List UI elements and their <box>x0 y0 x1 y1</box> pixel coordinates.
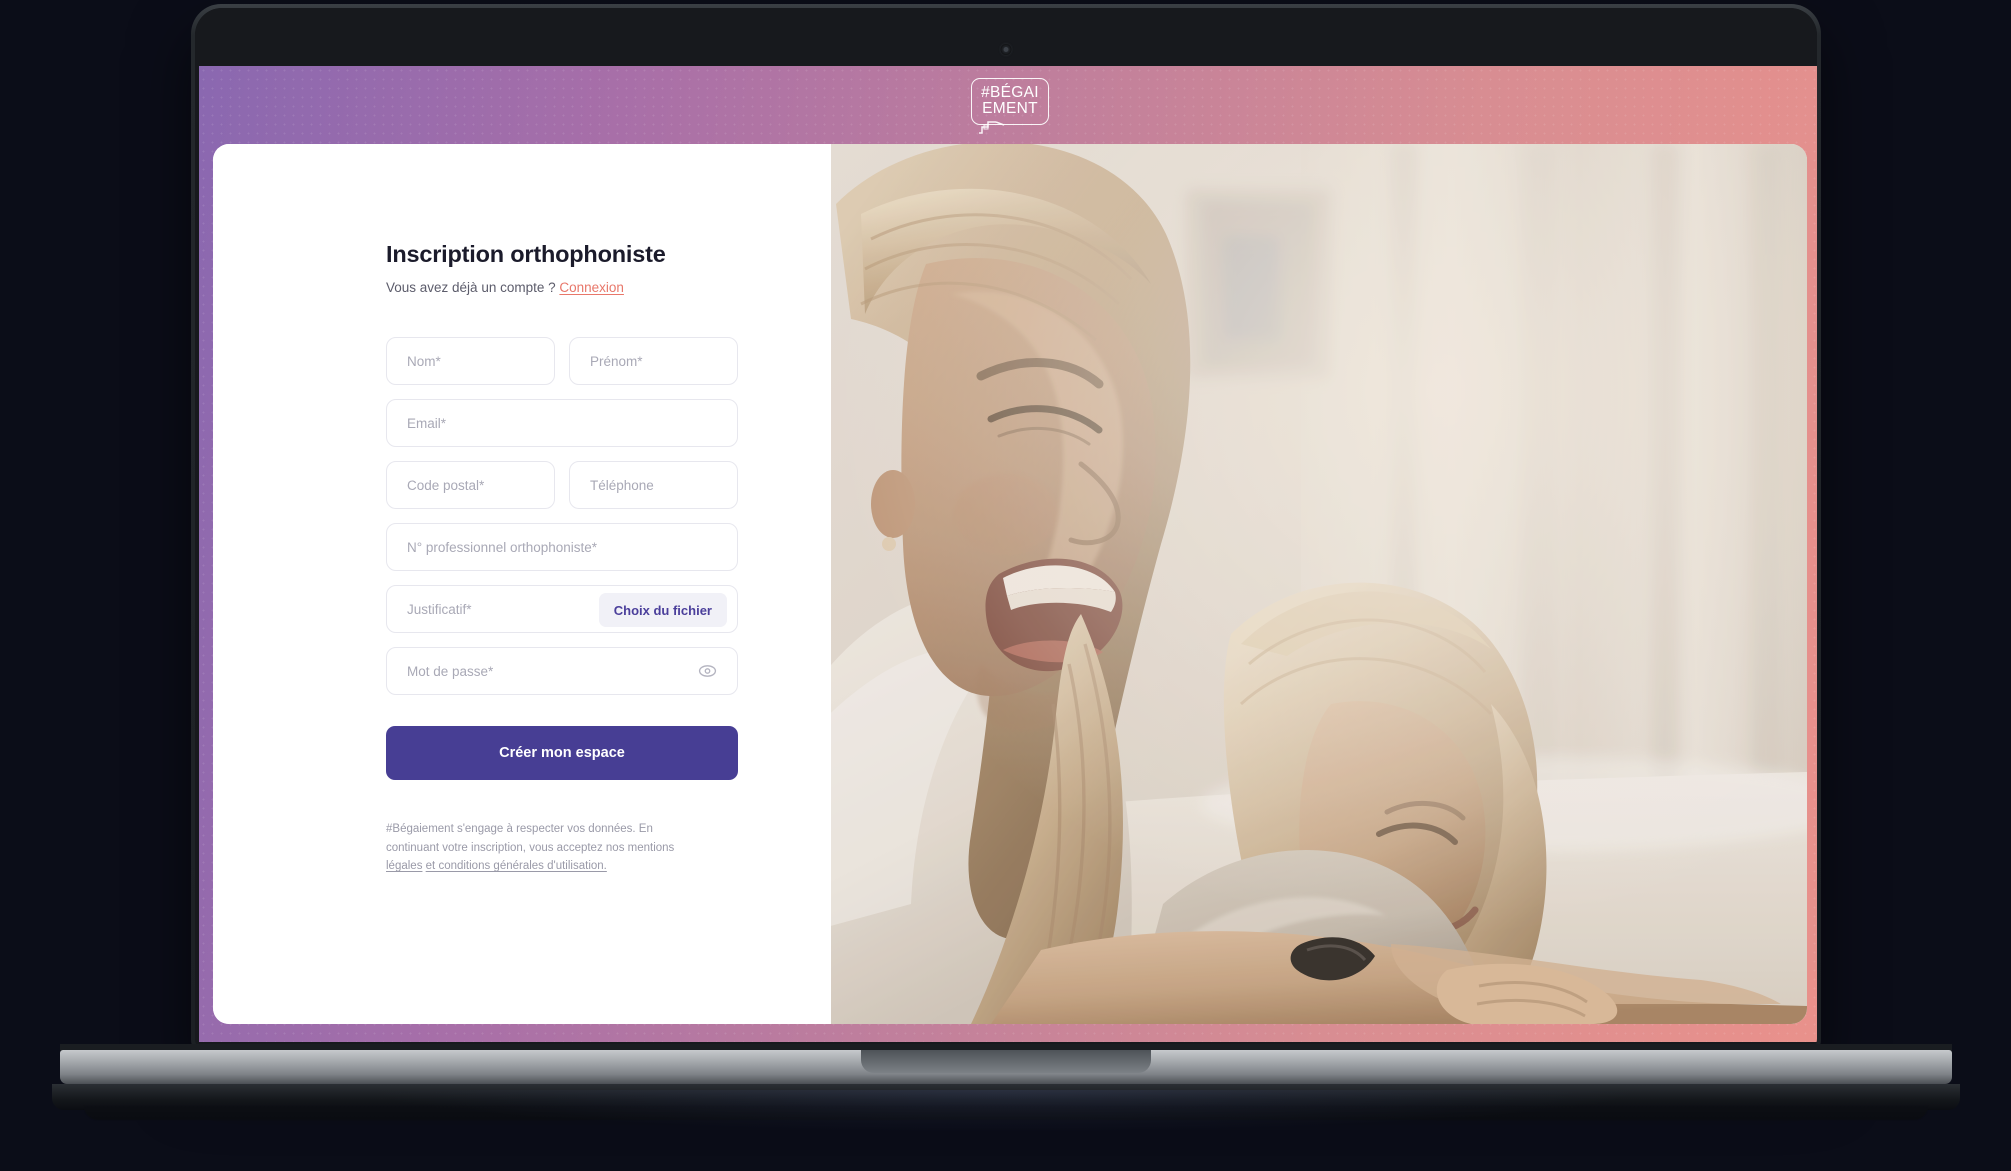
input-code-postal-placeholder: Code postal* <box>407 477 485 493</box>
laptop-base-foot <box>84 1106 1928 1120</box>
input-nom-placeholder: Nom* <box>407 353 441 369</box>
camera-dot-icon <box>1000 44 1012 55</box>
speech-bubble-tail-icon <box>978 120 1008 135</box>
account-prompt-text: Vous avez déjà un compte ? <box>386 280 556 295</box>
logo-line-1: #BÉGAI <box>981 84 1039 102</box>
account-prompt: Vous avez déjà un compte ? Connexion <box>386 280 738 295</box>
registration-form-column: Inscription orthophoniste Vous avez déjà… <box>213 144 831 1024</box>
legal-notice: #Bégaiement s'engage à respecter vos don… <box>386 820 686 876</box>
input-mot-de-passe[interactable]: Mot de passe* <box>386 647 738 695</box>
content-card: Inscription orthophoniste Vous avez déjà… <box>213 144 1807 1024</box>
legal-text: #Bégaiement s'engage à respecter vos don… <box>386 823 675 854</box>
legal-link-mentions-legales[interactable]: légales <box>386 860 422 872</box>
hero-photo <box>831 144 1807 1024</box>
laptop-lid: #BÉGAI EMENT Inscription orthophoniste V… <box>191 4 1821 1054</box>
form-row-password: Mot de passe* <box>386 647 738 695</box>
laptop-base <box>60 1050 1952 1084</box>
registration-form: Inscription orthophoniste Vous avez déjà… <box>386 241 738 876</box>
input-telephone-placeholder: Téléphone <box>590 477 654 493</box>
choose-file-button[interactable]: Choix du fichier <box>598 593 727 627</box>
input-email-placeholder: Email* <box>407 415 447 431</box>
input-code-postal[interactable]: Code postal* <box>386 461 555 509</box>
submit-button[interactable]: Créer mon espace <box>386 726 738 780</box>
input-email[interactable]: Email* <box>386 399 738 447</box>
login-link[interactable]: Connexion <box>559 280 624 295</box>
input-prenom[interactable]: Prénom* <box>569 337 738 385</box>
input-justificatif-placeholder: Justificatif* <box>407 601 472 617</box>
page-title: Inscription orthophoniste <box>386 241 666 267</box>
logo-line-2: EMENT <box>982 100 1038 117</box>
screen: #BÉGAI EMENT Inscription orthophoniste V… <box>199 66 1817 1042</box>
laptop-base-notch <box>861 1050 1151 1073</box>
input-nom[interactable]: Nom* <box>386 337 555 385</box>
speech-bubble-logo-icon: #BÉGAI EMENT <box>971 77 1049 125</box>
input-telephone[interactable]: Téléphone <box>569 461 738 509</box>
input-prenom-placeholder: Prénom* <box>590 353 643 369</box>
legal-link-cgu[interactable]: et conditions générales d'utilisation. <box>426 860 607 872</box>
hero-photo-illustration <box>831 144 1807 1024</box>
brand-logo[interactable]: #BÉGAI EMENT <box>971 77 1049 135</box>
laptop-lid-inner: #BÉGAI EMENT Inscription orthophoniste V… <box>195 8 1817 1050</box>
form-row-name: Nom* Prénom* <box>386 337 738 385</box>
eye-icon[interactable] <box>698 662 717 681</box>
website-viewport: #BÉGAI EMENT Inscription orthophoniste V… <box>199 66 1817 1042</box>
input-numero-professionnel-placeholder: N° professionnel orthophoniste* <box>407 539 598 555</box>
form-row-email: Email* <box>386 399 738 447</box>
site-header: #BÉGAI EMENT <box>199 66 1817 144</box>
input-justificatif[interactable]: Justificatif* Choix du fichier <box>386 585 738 633</box>
input-numero-professionnel[interactable]: N° professionnel orthophoniste* <box>386 523 738 571</box>
form-row-contact: Code postal* Téléphone <box>386 461 738 509</box>
input-mot-de-passe-placeholder: Mot de passe* <box>407 663 494 679</box>
form-row-numero-pro: N° professionnel orthophoniste* <box>386 523 738 571</box>
screenshot-stage: #BÉGAI EMENT Inscription orthophoniste V… <box>0 0 2011 1171</box>
form-row-justificatif: Justificatif* Choix du fichier <box>386 585 738 633</box>
